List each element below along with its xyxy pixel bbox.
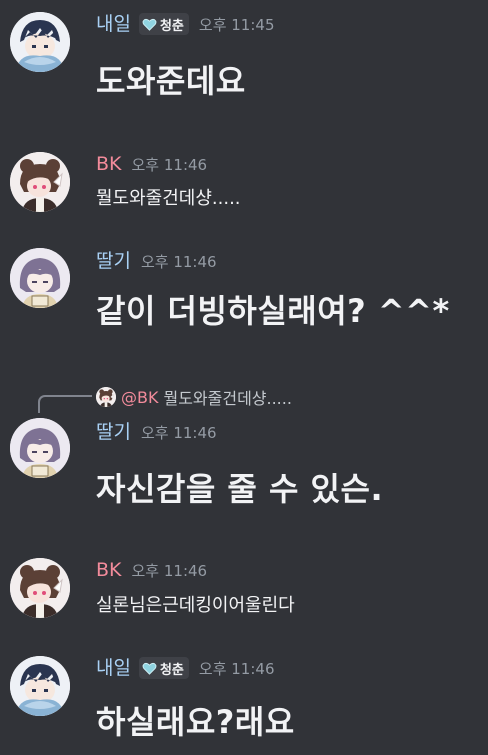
- message-text: 자신감을 줄 수 있슨.: [96, 470, 384, 508]
- message-text: 뭘도와줄건데샹.....: [96, 188, 241, 209]
- reply-mention[interactable]: @BK: [121, 388, 158, 407]
- author-name[interactable]: BK: [96, 153, 122, 175]
- reply-connector: [38, 395, 92, 413]
- avatar-ttalgi[interactable]: [10, 248, 70, 308]
- author-name[interactable]: BK: [96, 559, 122, 581]
- message-text: 같이 더빙하실래여? ^^*: [96, 292, 450, 330]
- guild-tag-label: 청춘: [159, 662, 184, 678]
- heart-icon: [142, 17, 157, 32]
- author-name[interactable]: 내일: [96, 13, 131, 35]
- timestamp: 오후 11:45: [198, 15, 275, 34]
- avatar-naeil[interactable]: [10, 12, 70, 72]
- message-text: 도와준데요: [96, 62, 246, 100]
- timestamp: 오후 11:46: [131, 561, 208, 580]
- guild-tag-label: 청춘: [159, 18, 184, 34]
- author-name[interactable]: 내일: [96, 657, 131, 679]
- avatar-bk[interactable]: [10, 558, 70, 618]
- guild-tag[interactable]: 청춘: [138, 13, 189, 35]
- timestamp: 오후 11:46: [140, 252, 217, 271]
- author-name[interactable]: 딸기: [96, 250, 131, 272]
- guild-tag[interactable]: 청춘: [138, 657, 189, 679]
- reply-text: 뭘도와줄건데샹.....: [163, 389, 292, 408]
- avatar-ttalgi[interactable]: [10, 418, 70, 478]
- avatar-naeil[interactable]: [10, 656, 70, 716]
- message-text: 실론님은근데킹이어울린다: [96, 595, 295, 616]
- heart-icon: [142, 661, 157, 676]
- author-name[interactable]: 딸기: [96, 421, 131, 443]
- reply-avatar: [96, 387, 116, 407]
- timestamp: 오후 11:46: [140, 423, 217, 442]
- timestamp: 오후 11:46: [131, 155, 208, 174]
- timestamp: 오후 11:46: [198, 659, 275, 678]
- message-text: 하실래요?래요: [96, 703, 295, 741]
- avatar-bk[interactable]: [10, 152, 70, 212]
- reply-preview[interactable]: @BK 뭘도와줄건데샹.....: [96, 385, 292, 409]
